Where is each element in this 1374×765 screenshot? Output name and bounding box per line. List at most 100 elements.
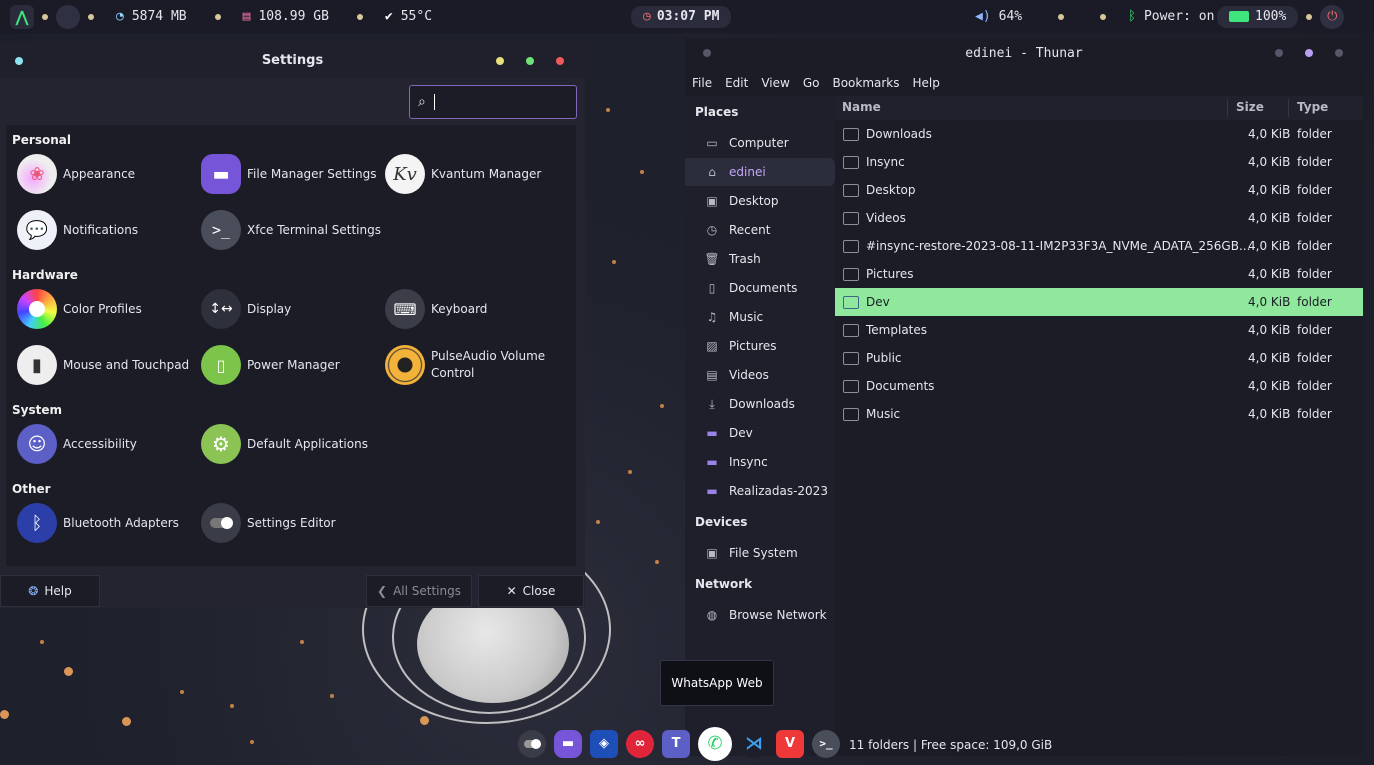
ram-usage: 5874 MB [131,9,187,24]
item-power-manager[interactable]: ▯ Power Manager [201,345,340,385]
sidebar-item-trash[interactable]: 🗑 Trash [685,245,835,273]
settings-title: Settings [261,52,324,68]
bluetooth-icon[interactable]: ᛒ [1128,9,1136,24]
menu-file[interactable]: File [685,76,718,90]
file-manager-app-icon[interactable]: ▬ [554,729,582,758]
sidebar-item-pictures[interactable]: ▨ Pictures [685,332,835,360]
sidebar-item-desktop[interactable]: ▣ Desktop [685,187,835,215]
file-row[interactable]: Videos 4,0 KiB folder [835,204,1363,232]
file-name: Templates [866,323,928,337]
menu-go[interactable]: Go [796,76,826,90]
item-keyboard[interactable]: ⌨ Keyboard [385,289,487,329]
sidebar-item-downloads[interactable]: ⤓ Downloads [685,390,835,418]
sidebar-item-label: Videos [729,368,769,382]
maximize-button[interactable] [526,57,534,65]
vivaldi-icon[interactable]: V [776,729,804,758]
file-row[interactable]: Music 4,0 KiB folder [835,400,1363,428]
item-notifications[interactable]: 💬 Notifications [17,210,138,250]
item-label: Settings Editor [247,516,336,530]
clock[interactable]: ◷ 03:07 PM [631,5,732,28]
battery-icon [1229,11,1249,22]
link-app-icon[interactable]: ∞ [626,729,654,758]
item-label: Notifications [63,223,139,237]
file-row[interactable]: Documents 4,0 KiB folder [835,372,1363,400]
column-name[interactable]: Name [842,100,881,114]
settings-titlebar[interactable]: Settings [0,42,585,78]
clock-time: 03:07 PM [656,9,720,24]
minimize-button[interactable] [496,57,504,65]
item-bluetooth-adapters[interactable]: ᛒ Bluetooth Adapters [17,503,179,543]
sidebar-item-edinei[interactable]: ⌂ edinei [685,158,835,186]
thunar-titlebar[interactable]: edinei - Thunar [685,38,1363,68]
item-color-profiles[interactable]: Color Profiles [17,289,142,329]
item-label: Display [247,302,292,316]
file-row[interactable]: Dev 4,0 KiB folder [835,288,1363,316]
file-row[interactable]: Public 4,0 KiB folder [835,344,1363,372]
sidebar-item-computer[interactable]: ▭ Computer [685,129,835,157]
sidebar-item-recent[interactable]: ◷ Recent [685,216,835,244]
dock: ▬ ◈ ∞ T ✆ ⋊ V >_ [510,722,858,765]
section-places: Places [695,105,739,119]
settings-search-input[interactable]: ⌕ [409,85,577,119]
window-menu-dot[interactable] [703,49,711,57]
sidebar-item-file-system[interactable]: ▣ File System [685,539,835,567]
item-pulseaudio[interactable]: PulseAudio Volume Control [385,345,565,385]
maximize-button[interactable] [1305,49,1313,57]
sidebar-item-dev[interactable]: ▬ Dev [685,419,835,447]
file-size: 4,0 KiB [1248,239,1291,253]
window-menu-dot[interactable] [15,57,23,65]
item-appearance[interactable]: ❀ Appearance [17,154,135,194]
terminal-app-icon[interactable]: >_ [812,729,840,758]
menu-edit[interactable]: Edit [718,76,754,90]
sidebar-item-documents[interactable]: ▯ Documents [685,274,835,302]
all-settings-button[interactable]: ❮ All Settings [366,575,472,607]
separator-dot [42,13,48,20]
power-icon[interactable]: ⏻ [1320,4,1345,29]
battery[interactable]: 100% [1217,5,1299,28]
menu-view[interactable]: View [754,76,795,90]
sidebar-item-music[interactable]: ♫ Music [685,303,835,331]
file-row[interactable]: Downloads 4,0 KiB folder [835,120,1363,148]
minimize-button[interactable] [1275,49,1283,57]
item-settings-editor[interactable]: Settings Editor [201,503,336,543]
sidebar-item-label: Documents [729,281,798,295]
close-window-button[interactable] [556,57,564,65]
item-display[interactable]: ↕↔ Display [201,289,291,329]
file-row[interactable]: Pictures 4,0 KiB folder [835,260,1363,288]
workspace-indicator[interactable] [56,4,80,29]
separator-dot [214,13,221,20]
item-file-manager-settings[interactable]: ▬ File Manager Settings [201,154,377,194]
whatsapp-icon[interactable]: ✆ [698,726,732,761]
menu-help[interactable]: Help [906,76,946,90]
item-mouse-touchpad[interactable]: ▮ Mouse and Touchpad [17,345,189,385]
vscode-icon[interactable]: ⋊ [740,729,768,758]
file-row[interactable]: Templates 4,0 KiB folder [835,316,1363,344]
help-button[interactable]: ❂ Help [0,575,100,607]
file-row[interactable]: #insync-restore-2023-08-11-IM2P33F3A_NVM… [835,232,1363,260]
item-kvantum-manager[interactable]: Kv Kvantum Manager [385,154,541,194]
menu-bar: File Edit View Go Bookmarks Help [685,70,1363,96]
column-type[interactable]: Type [1297,100,1328,114]
item-terminal-settings[interactable]: >_ Xfce Terminal Settings [201,210,381,250]
menu-bookmarks[interactable]: Bookmarks [825,76,905,90]
bitwarden-icon[interactable]: ◈ [590,729,618,758]
close-window-button[interactable] [1335,49,1343,57]
file-size: 4,0 KiB [1248,407,1291,421]
app-menu-icon[interactable]: ⋀ [10,4,34,29]
file-row[interactable]: Desktop 4,0 KiB folder [835,176,1363,204]
item-default-applications[interactable]: ⚙ Default Applications [201,424,368,464]
teams-icon[interactable]: T [662,729,690,758]
sidebar-item-videos[interactable]: ▤ Videos [685,361,835,389]
sidebar-item-insync[interactable]: ▬ Insync [685,448,835,476]
item-accessibility[interactable]: ☺ Accessibility [17,424,137,464]
clock-icon: ◷ [706,223,718,237]
column-size[interactable]: Size [1236,100,1264,114]
sidebar-item-browse-network[interactable]: ◍ Browse Network [685,601,835,629]
sidebar-item-label: Dev [729,426,753,440]
file-type: folder [1297,407,1332,421]
volume-icon[interactable]: ◀) [975,9,991,24]
close-button[interactable]: ✕ Close [478,575,584,607]
file-row[interactable]: Insync 4,0 KiB folder [835,148,1363,176]
settings-app-icon[interactable] [518,729,546,758]
sidebar-item-realizadas[interactable]: ▬ Realizadas-2023 [685,477,835,505]
